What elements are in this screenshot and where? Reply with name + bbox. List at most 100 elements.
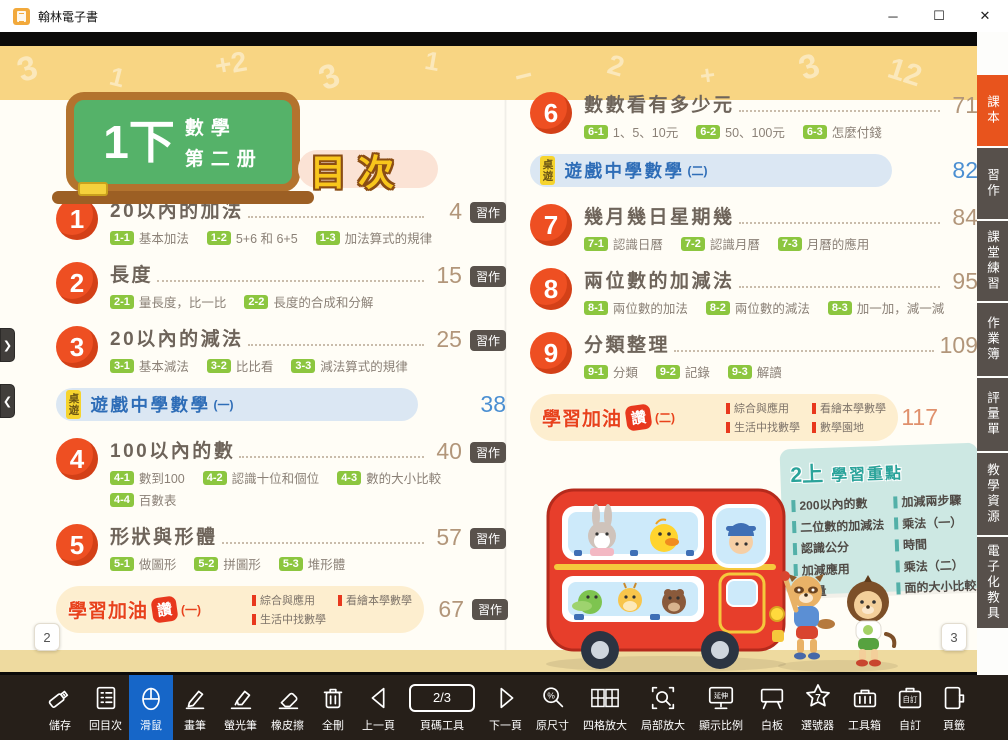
workbook-badge[interactable]: 習作 — [470, 528, 506, 549]
tool-14-whiteboard-icon[interactable]: 白板 — [750, 675, 794, 740]
custom-icon: 自訂 — [895, 680, 925, 715]
learning-boost-box[interactable]: 學習加油 讚 (一) 綜合與應用看繪本學數學生活中找數學 — [56, 586, 424, 633]
page-indicator[interactable]: 2/3 — [409, 684, 475, 712]
chapter-row[interactable]: 3 20以內的減法 25 習作 3-1基本減法3-2比比看3-3減法算式的規律 — [56, 324, 506, 375]
region-zoom-icon — [648, 680, 678, 715]
subsection-code-badge: 1-1 — [110, 231, 134, 245]
subsection: 8-3加一加，減一減 — [828, 298, 944, 317]
subsection-code-badge: 8-2 — [706, 301, 730, 315]
focus-item: 乘法（一） — [894, 512, 975, 532]
board-game-bar[interactable]: 桌遊 遊戲中學數學 (一) — [56, 388, 418, 421]
workbook-badge[interactable]: 習作 — [470, 442, 506, 463]
focus-item: 時間 — [895, 534, 976, 554]
board-game-page-number: 38 — [466, 393, 506, 416]
learning-boost-row[interactable]: 學習加油 讚 (一) 綜合與應用看繪本學數學生活中找數學 67 習作 — [56, 586, 506, 633]
sidebar-tab-5[interactable]: 教學資源 — [977, 453, 1008, 535]
dotted-leader — [739, 110, 940, 112]
learning-boost-box[interactable]: 學習加油 讚 (二) 綜合與應用看繪本學數學生活中找數學數學園地 — [530, 394, 898, 441]
subsection-label: 數的大小比較 — [366, 468, 441, 487]
subsection: 9-3解讀 — [728, 362, 782, 381]
sidebar-tab-6[interactable]: 電子化教具 — [977, 537, 1008, 628]
chapter-page-number: 4 — [430, 200, 462, 223]
tool-16-toolbox-icon[interactable]: 工具箱 — [841, 675, 888, 740]
tool-label: 原尺寸 — [536, 717, 569, 733]
subsection: 4-3數的大小比較 — [337, 468, 441, 487]
chapter-number-badge: 3 — [56, 326, 98, 368]
tool-7-prev-icon[interactable]: 上一頁 — [355, 675, 402, 740]
board-game-row[interactable]: 桌遊 遊戲中學數學 (二) 82 — [530, 154, 977, 187]
subsection-code-badge: 8-1 — [584, 301, 608, 315]
tool-9-next-icon[interactable]: 下一頁 — [482, 675, 529, 740]
subsection-label: 百數表 — [139, 490, 177, 509]
workbook-badge[interactable]: 習作 — [470, 202, 506, 223]
sidebar-tab-3[interactable]: 作業簿 — [977, 303, 1008, 376]
chapter-row[interactable]: 2 長度 15 習作 2-1量長度，比一比2-2長度的合成和分解 — [56, 260, 506, 311]
subject-label: 數學 — [185, 113, 263, 140]
bus-illustration — [538, 464, 903, 672]
sidebar-tab-1[interactable]: 習作 — [977, 148, 1008, 219]
tool-5-eraser-icon[interactable]: 橡皮擦 — [264, 675, 311, 740]
chapter-number-badge: 5 — [56, 524, 98, 566]
tool-10-zoom-reset-icon[interactable]: % 原尺寸 — [529, 675, 576, 740]
workbook-badge[interactable]: 習作 — [470, 266, 506, 287]
board-game-volume: (一) — [214, 396, 234, 413]
board-game-title: 遊戲中學數學 — [565, 158, 685, 183]
tool-label: 全刪 — [322, 717, 344, 733]
chapter-row[interactable]: 7 幾月幾日星期幾 84 7-1認識日曆7-2認識月曆7-3月曆的應用 — [530, 202, 977, 253]
tool-18-tabs-icon[interactable]: 頁籤 — [932, 675, 976, 740]
panel-collapse-button[interactable]: ❮ — [0, 384, 15, 418]
tool-4-highlighter-icon[interactable]: 螢光筆 — [217, 675, 264, 740]
chapter-row[interactable]: 6 數數看有多少元 71 6-11、5、10元6-250、100元6-3怎麼付錢 — [530, 90, 977, 141]
tool-label: 局部放大 — [641, 717, 685, 733]
subsection-code-badge: 1-3 — [316, 231, 340, 245]
grade-label: 1下 — [103, 119, 175, 165]
sidebar-tab-0[interactable]: 課本 — [977, 75, 1008, 146]
chapter-number-badge: 2 — [56, 262, 98, 304]
close-button[interactable]: ✕ — [962, 0, 1008, 32]
learning-boost-row[interactable]: 學習加油 讚 (二) 綜合與應用看繪本學數學生活中找數學數學園地 117 — [530, 394, 977, 441]
board-game-row[interactable]: 桌遊 遊戲中學數學 (一) 38 — [56, 388, 506, 421]
subsection-label: 加一加，減一減 — [857, 298, 945, 317]
chapter-row[interactable]: 4 100以內的數 40 習作 4-1數到1004-2認識十位和個位4-3數的大… — [56, 436, 506, 509]
maximize-button[interactable]: ☐ — [916, 0, 962, 32]
subsection-label: 1、5、10元 — [613, 122, 678, 141]
chapter-page-number: 40 — [430, 440, 462, 463]
subsection-label: 量長度，比一比 — [139, 292, 227, 311]
tool-0-save-icon[interactable]: 儲存 — [38, 675, 82, 740]
subsection: 3-2比比看 — [207, 356, 273, 375]
tool-13-display-scale-icon[interactable]: 延伸 顯示比例 — [692, 675, 750, 740]
subsection: 6-11、5、10元 — [584, 122, 678, 141]
chapter-row[interactable]: 9 分類整理 109 9-1分類9-2記錄9-3解讀 — [530, 330, 977, 381]
chapter-title: 20以內的減法 — [110, 324, 244, 351]
subsection-code-badge: 4-1 — [110, 471, 134, 485]
subsection-label: 50、100元 — [725, 122, 785, 141]
tool-15-star-picker-icon[interactable]: 7 選號器 — [794, 675, 841, 740]
minimize-button[interactable]: ─ — [870, 0, 916, 32]
tool-6-trash-icon[interactable]: 全刪 — [311, 675, 355, 740]
tool-2-mouse-icon[interactable]: 滑鼠 — [129, 675, 173, 740]
tool-12-region-zoom-icon[interactable]: 局部放大 — [634, 675, 692, 740]
subsection: 9-1分類 — [584, 362, 638, 381]
subsection-label: 減法算式的規律 — [320, 356, 408, 375]
svg-text:7: 7 — [815, 693, 821, 704]
workbook-badge[interactable]: 習作 — [470, 330, 506, 351]
sidebar-tab-4[interactable]: 評量單 — [977, 378, 1008, 451]
workbook-badge[interactable]: 習作 — [472, 599, 508, 620]
doodle-number: 1 — [106, 61, 128, 95]
doodle-number: 3 — [12, 48, 42, 91]
tool-8-pager[interactable]: 2/3 頁碼工具 — [402, 675, 482, 740]
panel-expand-button[interactable]: ❯ — [0, 328, 15, 362]
subsection-code-badge: 5-3 — [279, 557, 303, 571]
tool-11-four-grid-icon[interactable]: 四格放大 — [576, 675, 634, 740]
tool-17-custom-icon[interactable]: 自訂 自訂 — [888, 675, 932, 740]
subsection: 4-1數到100 — [110, 468, 185, 487]
sidebar-tab-2[interactable]: 課堂練習 — [977, 221, 1008, 301]
chapter-row[interactable]: 8 兩位數的加減法 95 8-1兩位數的加法8-2兩位數的減法8-3加一加，減一… — [530, 266, 977, 317]
board-game-bar[interactable]: 桌遊 遊戲中學數學 (二) — [530, 154, 892, 187]
subsection-label: 比比看 — [236, 356, 274, 375]
chapter-row[interactable]: 5 形狀與形體 57 習作 5-1做圖形5-2拼圖形5-3堆形體 — [56, 522, 506, 573]
tool-label: 回目次 — [89, 717, 122, 733]
tool-1-toc-icon[interactable]: 回目次 — [82, 675, 129, 740]
subsection-code-badge: 9-3 — [728, 365, 752, 379]
tool-3-pen-icon[interactable]: 畫筆 — [173, 675, 217, 740]
